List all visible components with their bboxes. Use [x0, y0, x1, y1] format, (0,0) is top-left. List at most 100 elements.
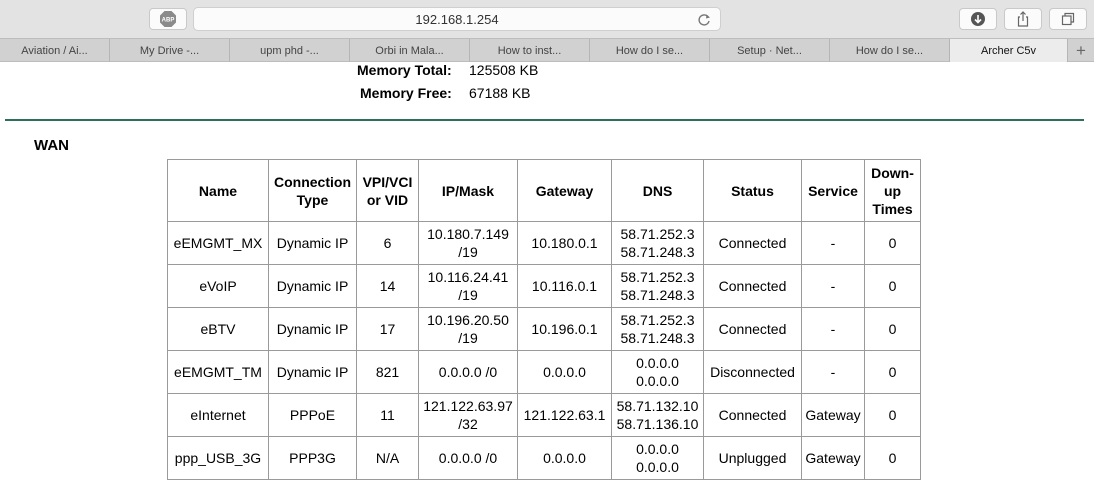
cell-name: eEMGMT_TM [167, 350, 269, 394]
tab-my-drive[interactable]: My Drive -... [110, 39, 230, 62]
col-header-service: Service [801, 159, 865, 222]
tab-aviation[interactable]: Aviation / Ai... [0, 39, 110, 62]
wan-section-title: WAN [34, 137, 69, 154]
ip-address: 10.180.7.149 [427, 226, 509, 242]
cell-vid: 14 [356, 264, 419, 308]
table-row: eInternet PPPoE 11 121.122.63.97/32 121.… [167, 393, 921, 437]
show-tabs-button[interactable] [1049, 8, 1087, 30]
cell-service: - [801, 221, 865, 265]
adblock-icon: ABP [160, 11, 176, 27]
cell-status: Connected [703, 393, 802, 437]
ip-address: 121.122.63.97 [423, 398, 513, 414]
cell-dns: 58.71.252.3 58.71.248.3 [611, 221, 704, 265]
cell-ip-mask: 10.196.20.50/19 [418, 307, 518, 351]
tab-archer-c5v[interactable]: Archer C5v [950, 39, 1068, 62]
tab-how-to-inst[interactable]: How to inst... [470, 39, 590, 62]
table-row: eVoIP Dynamic IP 14 10.116.24.41/19 10.1… [167, 264, 921, 308]
section-divider [5, 119, 1084, 121]
tab-how-do-i-se-2[interactable]: How do I se... [830, 39, 950, 62]
col-header-gateway: Gateway [517, 159, 612, 222]
cell-gateway: 10.180.0.1 [517, 221, 612, 265]
share-icon [1017, 11, 1029, 27]
new-tab-button[interactable]: + [1068, 39, 1094, 62]
col-header-down-up-times: Down-up Times [864, 159, 921, 222]
cell-ip-mask: 10.180.7.149/19 [418, 221, 518, 265]
cell-ip-mask: 10.116.24.41/19 [418, 264, 518, 308]
memory-total-value: 125508 KB [469, 62, 539, 78]
subnet-mask: /19 [458, 287, 478, 303]
cell-down-up-times: 0 [864, 221, 921, 265]
adblock-button[interactable]: ABP [149, 8, 187, 30]
tab-how-do-i-se-1[interactable]: How do I se... [590, 39, 710, 62]
dns-secondary: 0.0.0.0 [636, 373, 679, 389]
subnet-mask: /19 [458, 244, 478, 260]
downloads-button[interactable] [959, 8, 997, 30]
cell-gateway: 10.116.0.1 [517, 264, 612, 308]
cell-connection-type: PPPoE [268, 393, 357, 437]
dns-primary: 58.71.252.3 [620, 312, 695, 328]
ip-address: 10.116.24.41 [427, 269, 509, 285]
cell-name: eBTV [167, 307, 269, 351]
address-text: 192.168.1.254 [415, 11, 499, 27]
cell-ip-mask: 0.0.0.0 /0 [418, 436, 518, 480]
cell-service: Gateway [801, 436, 865, 480]
table-row: eEMGMT_MX Dynamic IP 6 10.180.7.149/19 1… [167, 221, 921, 265]
tab-setup-net[interactable]: Setup · Net... [710, 39, 830, 62]
cell-name: eEMGMT_MX [167, 221, 269, 265]
cell-down-up-times: 0 [864, 307, 921, 351]
cell-dns: 0.0.0.0 0.0.0.0 [611, 436, 704, 480]
tab-orbi[interactable]: Orbi in Mala... [350, 39, 470, 62]
col-header-connection-type: Connection Type [268, 159, 357, 222]
cell-status: Connected [703, 307, 802, 351]
dns-primary: 0.0.0.0 [636, 355, 679, 371]
cell-vid: 821 [356, 350, 419, 394]
address-bar[interactable]: 192.168.1.254 [193, 7, 721, 31]
cell-status: Connected [703, 264, 802, 308]
dns-primary: 0.0.0.0 [636, 441, 679, 457]
cell-service: Gateway [801, 393, 865, 437]
tab-bar: Aviation / Ai... My Drive -... upm phd -… [0, 38, 1094, 62]
cell-name: eVoIP [167, 264, 269, 308]
tab-upm-phd[interactable]: upm phd -... [230, 39, 350, 62]
subnet-mask: /32 [458, 416, 478, 432]
cell-status: Disconnected [703, 350, 802, 394]
cell-down-up-times: 0 [864, 350, 921, 394]
memory-free-value: 67188 KB [469, 85, 531, 101]
table-row: eBTV Dynamic IP 17 10.196.20.50/19 10.19… [167, 307, 921, 351]
cell-service: - [801, 350, 865, 394]
share-button[interactable] [1004, 8, 1042, 30]
cell-dns: 0.0.0.0 0.0.0.0 [611, 350, 704, 394]
dns-primary: 58.71.252.3 [620, 226, 695, 242]
adblock-label: ABP [162, 18, 175, 24]
col-header-name: Name [167, 159, 269, 222]
dns-secondary: 58.71.248.3 [620, 244, 695, 260]
reload-icon[interactable] [696, 12, 712, 28]
memory-total-label: Memory Total: [357, 62, 452, 78]
subnet-mask: /19 [458, 330, 478, 346]
cell-service: - [801, 264, 865, 308]
dns-secondary: 58.71.136.10 [616, 416, 699, 432]
dns-primary: 58.71.252.3 [620, 269, 695, 285]
dns-secondary: 0.0.0.0 [636, 459, 679, 475]
table-row: eEMGMT_TM Dynamic IP 821 0.0.0.0 /0 0.0.… [167, 350, 921, 394]
cell-ip-mask: 121.122.63.97/32 [418, 393, 518, 437]
cell-dns: 58.71.252.3 58.71.248.3 [611, 307, 704, 351]
dns-primary: 58.71.132.10 [616, 398, 699, 414]
cell-connection-type: Dynamic IP [268, 221, 357, 265]
download-icon [971, 12, 985, 26]
col-header-dns: DNS [611, 159, 704, 222]
cell-gateway: 10.196.0.1 [517, 307, 612, 351]
cell-vid: 17 [356, 307, 419, 351]
cell-status: Connected [703, 221, 802, 265]
cell-service: - [801, 307, 865, 351]
cell-down-up-times: 0 [864, 436, 921, 480]
cell-name: eInternet [167, 393, 269, 437]
tabs-overview-icon [1061, 12, 1075, 26]
col-header-vpi: VPI/VCI or VID [356, 159, 419, 222]
cell-gateway: 0.0.0.0 [517, 436, 612, 480]
cell-ip-mask: 0.0.0.0 /0 [418, 350, 518, 394]
dns-secondary: 58.71.248.3 [620, 287, 695, 303]
cell-gateway: 121.122.63.1 [517, 393, 612, 437]
cell-dns: 58.71.252.3 58.71.248.3 [611, 264, 704, 308]
cell-down-up-times: 0 [864, 264, 921, 308]
